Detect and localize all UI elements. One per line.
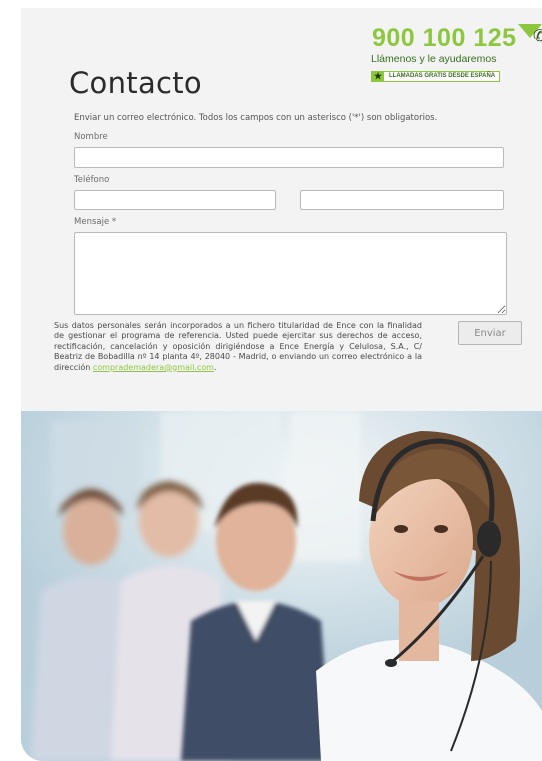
form-intro: Enviar un correo electrónico. Todos los … bbox=[74, 113, 438, 123]
name-label: Nombre bbox=[74, 132, 108, 142]
name-field[interactable] bbox=[74, 147, 504, 168]
email-link[interactable]: comprademadera@gmail.com bbox=[93, 363, 214, 372]
free-calls-badge: ★ LLAMADAS GRATIS DESDE ESPAÑA bbox=[371, 71, 501, 82]
contact-page: 900 100 125 Llámenos y le ayudaremos ★ L… bbox=[21, 8, 542, 761]
free-calls-text: LLAMADAS GRATIS DESDE ESPAÑA bbox=[389, 73, 496, 79]
phone-label: Teléfono bbox=[74, 175, 110, 185]
phone-number[interactable]: 900 100 125 bbox=[372, 24, 517, 53]
phone-field[interactable] bbox=[74, 190, 276, 210]
message-label: Mensaje * bbox=[74, 217, 117, 227]
send-button[interactable]: Enviar bbox=[458, 321, 522, 345]
phone-icon: ✆ bbox=[533, 26, 542, 45]
privacy-end: . bbox=[213, 362, 217, 372]
page-title: Contacto bbox=[69, 66, 202, 100]
star-icon: ★ bbox=[372, 71, 384, 81]
privacy-notice: Sus datos personales serán incorporados … bbox=[54, 321, 422, 373]
phone-banner: 900 100 125 Llámenos y le ayudaremos ★ L… bbox=[366, 24, 542, 84]
phone-tagline: Llámenos y le ayudaremos bbox=[371, 53, 497, 65]
phone-secondary-field[interactable] bbox=[300, 190, 504, 210]
call-center-illustration bbox=[21, 411, 542, 761]
message-field[interactable] bbox=[74, 232, 507, 315]
call-center-photo bbox=[21, 411, 542, 761]
